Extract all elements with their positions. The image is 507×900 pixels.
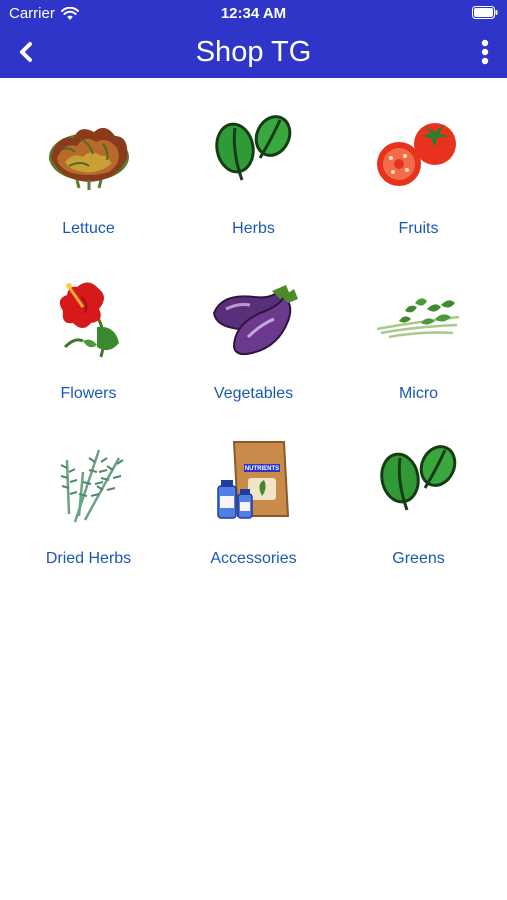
category-tile-fruits[interactable]: Fruits	[336, 96, 501, 261]
category-tile-greens[interactable]: Greens	[336, 426, 501, 591]
dried-herbs-icon	[60, 449, 124, 523]
category-tile-vegetables[interactable]: Vegetables	[171, 261, 336, 426]
lettuce-icon	[48, 127, 129, 190]
category-tile-herbs[interactable]: Herbs	[171, 96, 336, 261]
category-tile-micro[interactable]: Micro	[336, 261, 501, 426]
category-label: Greens	[392, 550, 445, 567]
svg-text:NUTRIENTS: NUTRIENTS	[244, 466, 278, 472]
nav-bar: Shop TG	[0, 28, 507, 78]
category-grid: Lettuce Herbs Fruits Flowers Vegetables …	[6, 96, 501, 591]
category-tile-flowers[interactable]: Flowers	[6, 261, 171, 426]
category-label: Vegetables	[213, 385, 294, 402]
nutrients-icon: NUTRIENTS	[216, 441, 289, 519]
category-label: Fruits	[398, 220, 439, 237]
hibiscus-icon	[59, 282, 119, 358]
category-label: Herbs	[232, 220, 275, 237]
page-title: Shop TG	[195, 36, 312, 68]
category-label: Micro	[398, 385, 439, 402]
status-time: 12:34 AM	[220, 5, 287, 22]
tomato-icon	[376, 123, 456, 186]
header: Carrier 12:34 AM Shop TG	[0, 0, 507, 78]
battery-icon	[472, 6, 498, 19]
category-tile-lettuce[interactable]: Lettuce	[6, 96, 171, 261]
more-options-button[interactable]	[473, 35, 497, 69]
eggplant-icon	[212, 285, 298, 356]
greens-icon	[379, 445, 456, 511]
category-label: Lettuce	[62, 220, 115, 237]
category-label: Dried Herbs	[45, 550, 132, 567]
category-label: Flowers	[60, 385, 117, 402]
category-tile-accessories[interactable]: NUTRIENTS Accessories	[171, 426, 336, 591]
category-label: Accessories	[210, 550, 297, 567]
more-vertical-icon	[481, 39, 489, 65]
status-bar: Carrier 12:34 AM	[0, 0, 507, 28]
herbs-icon	[214, 115, 291, 181]
microgreens-icon	[376, 298, 459, 339]
category-tile-dried-herbs[interactable]: Dried Herbs	[6, 426, 171, 591]
